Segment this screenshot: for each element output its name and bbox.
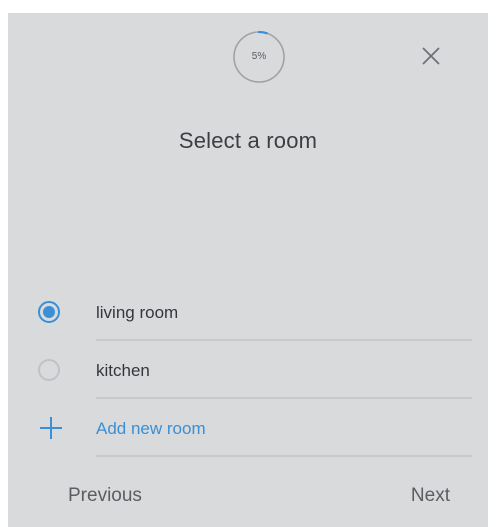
plus-icon <box>40 417 62 439</box>
add-new-room-button[interactable]: Add new room <box>8 401 488 457</box>
radio-kitchen[interactable] <box>38 359 60 381</box>
room-select-dialog: 5% Select a room living room kitchen Add… <box>8 13 488 527</box>
add-room-label: Add new room <box>96 419 206 438</box>
previous-button[interactable]: Previous <box>68 485 142 507</box>
room-option-kitchen[interactable]: kitchen <box>8 343 488 399</box>
room-option-living-room[interactable]: living room <box>8 285 488 341</box>
radio-living-room[interactable] <box>38 301 60 323</box>
close-icon <box>422 47 440 65</box>
progress-label: 5% <box>251 51 267 62</box>
divider <box>96 455 472 457</box>
progress-indicator: 5% <box>231 29 287 85</box>
divider <box>96 397 472 399</box>
radio-selected-dot <box>43 306 55 318</box>
close-button[interactable] <box>414 39 448 73</box>
room-label: kitchen <box>96 361 150 380</box>
divider <box>96 339 472 341</box>
next-button[interactable]: Next <box>411 485 450 507</box>
room-label: living room <box>96 303 179 322</box>
page-title: Select a room <box>178 128 318 153</box>
